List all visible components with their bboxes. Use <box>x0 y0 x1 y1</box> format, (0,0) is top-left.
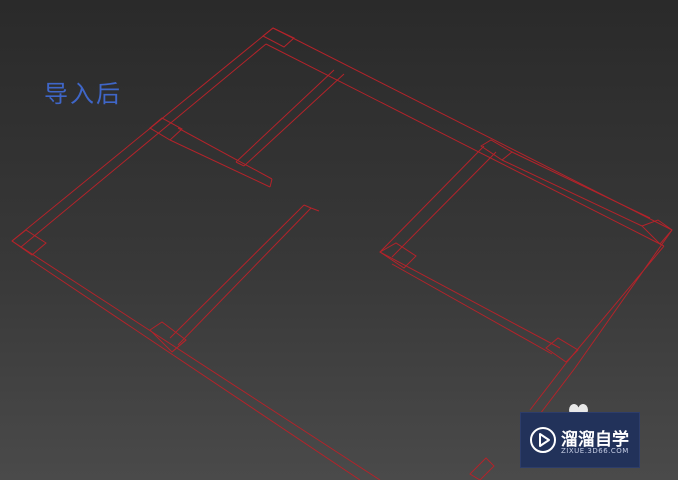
post-right-room-bottom <box>545 337 579 363</box>
partition-upper-horizontal <box>169 127 273 188</box>
post-right-room-top <box>480 139 513 161</box>
viewport-3d[interactable]: 导入后 溜溜自学 ZIXUE.3D66.COM <box>0 0 678 480</box>
post-left <box>11 229 47 256</box>
room-right-left-wall <box>379 145 497 258</box>
door-stub-bottom <box>469 457 495 480</box>
caption-label: 导入后 <box>44 80 122 108</box>
partition-upper-vertical <box>235 69 345 167</box>
room-right-right-wall <box>501 151 651 227</box>
watermark-brand-url: ZIXUE.3D66.COM <box>561 447 629 455</box>
post-top <box>262 27 295 48</box>
post-lower-left <box>149 321 187 353</box>
wall-bottom-left <box>11 240 381 480</box>
post-right <box>641 219 673 245</box>
partition-long-diagonal <box>169 204 320 346</box>
wall-right <box>566 229 673 369</box>
wall-top-left <box>11 27 274 248</box>
watermark-badge: 溜溜自学 ZIXUE.3D66.COM <box>520 412 640 468</box>
room-right-bottom-wall <box>379 251 561 355</box>
wall-top-right <box>265 27 673 247</box>
play-icon <box>530 427 556 453</box>
